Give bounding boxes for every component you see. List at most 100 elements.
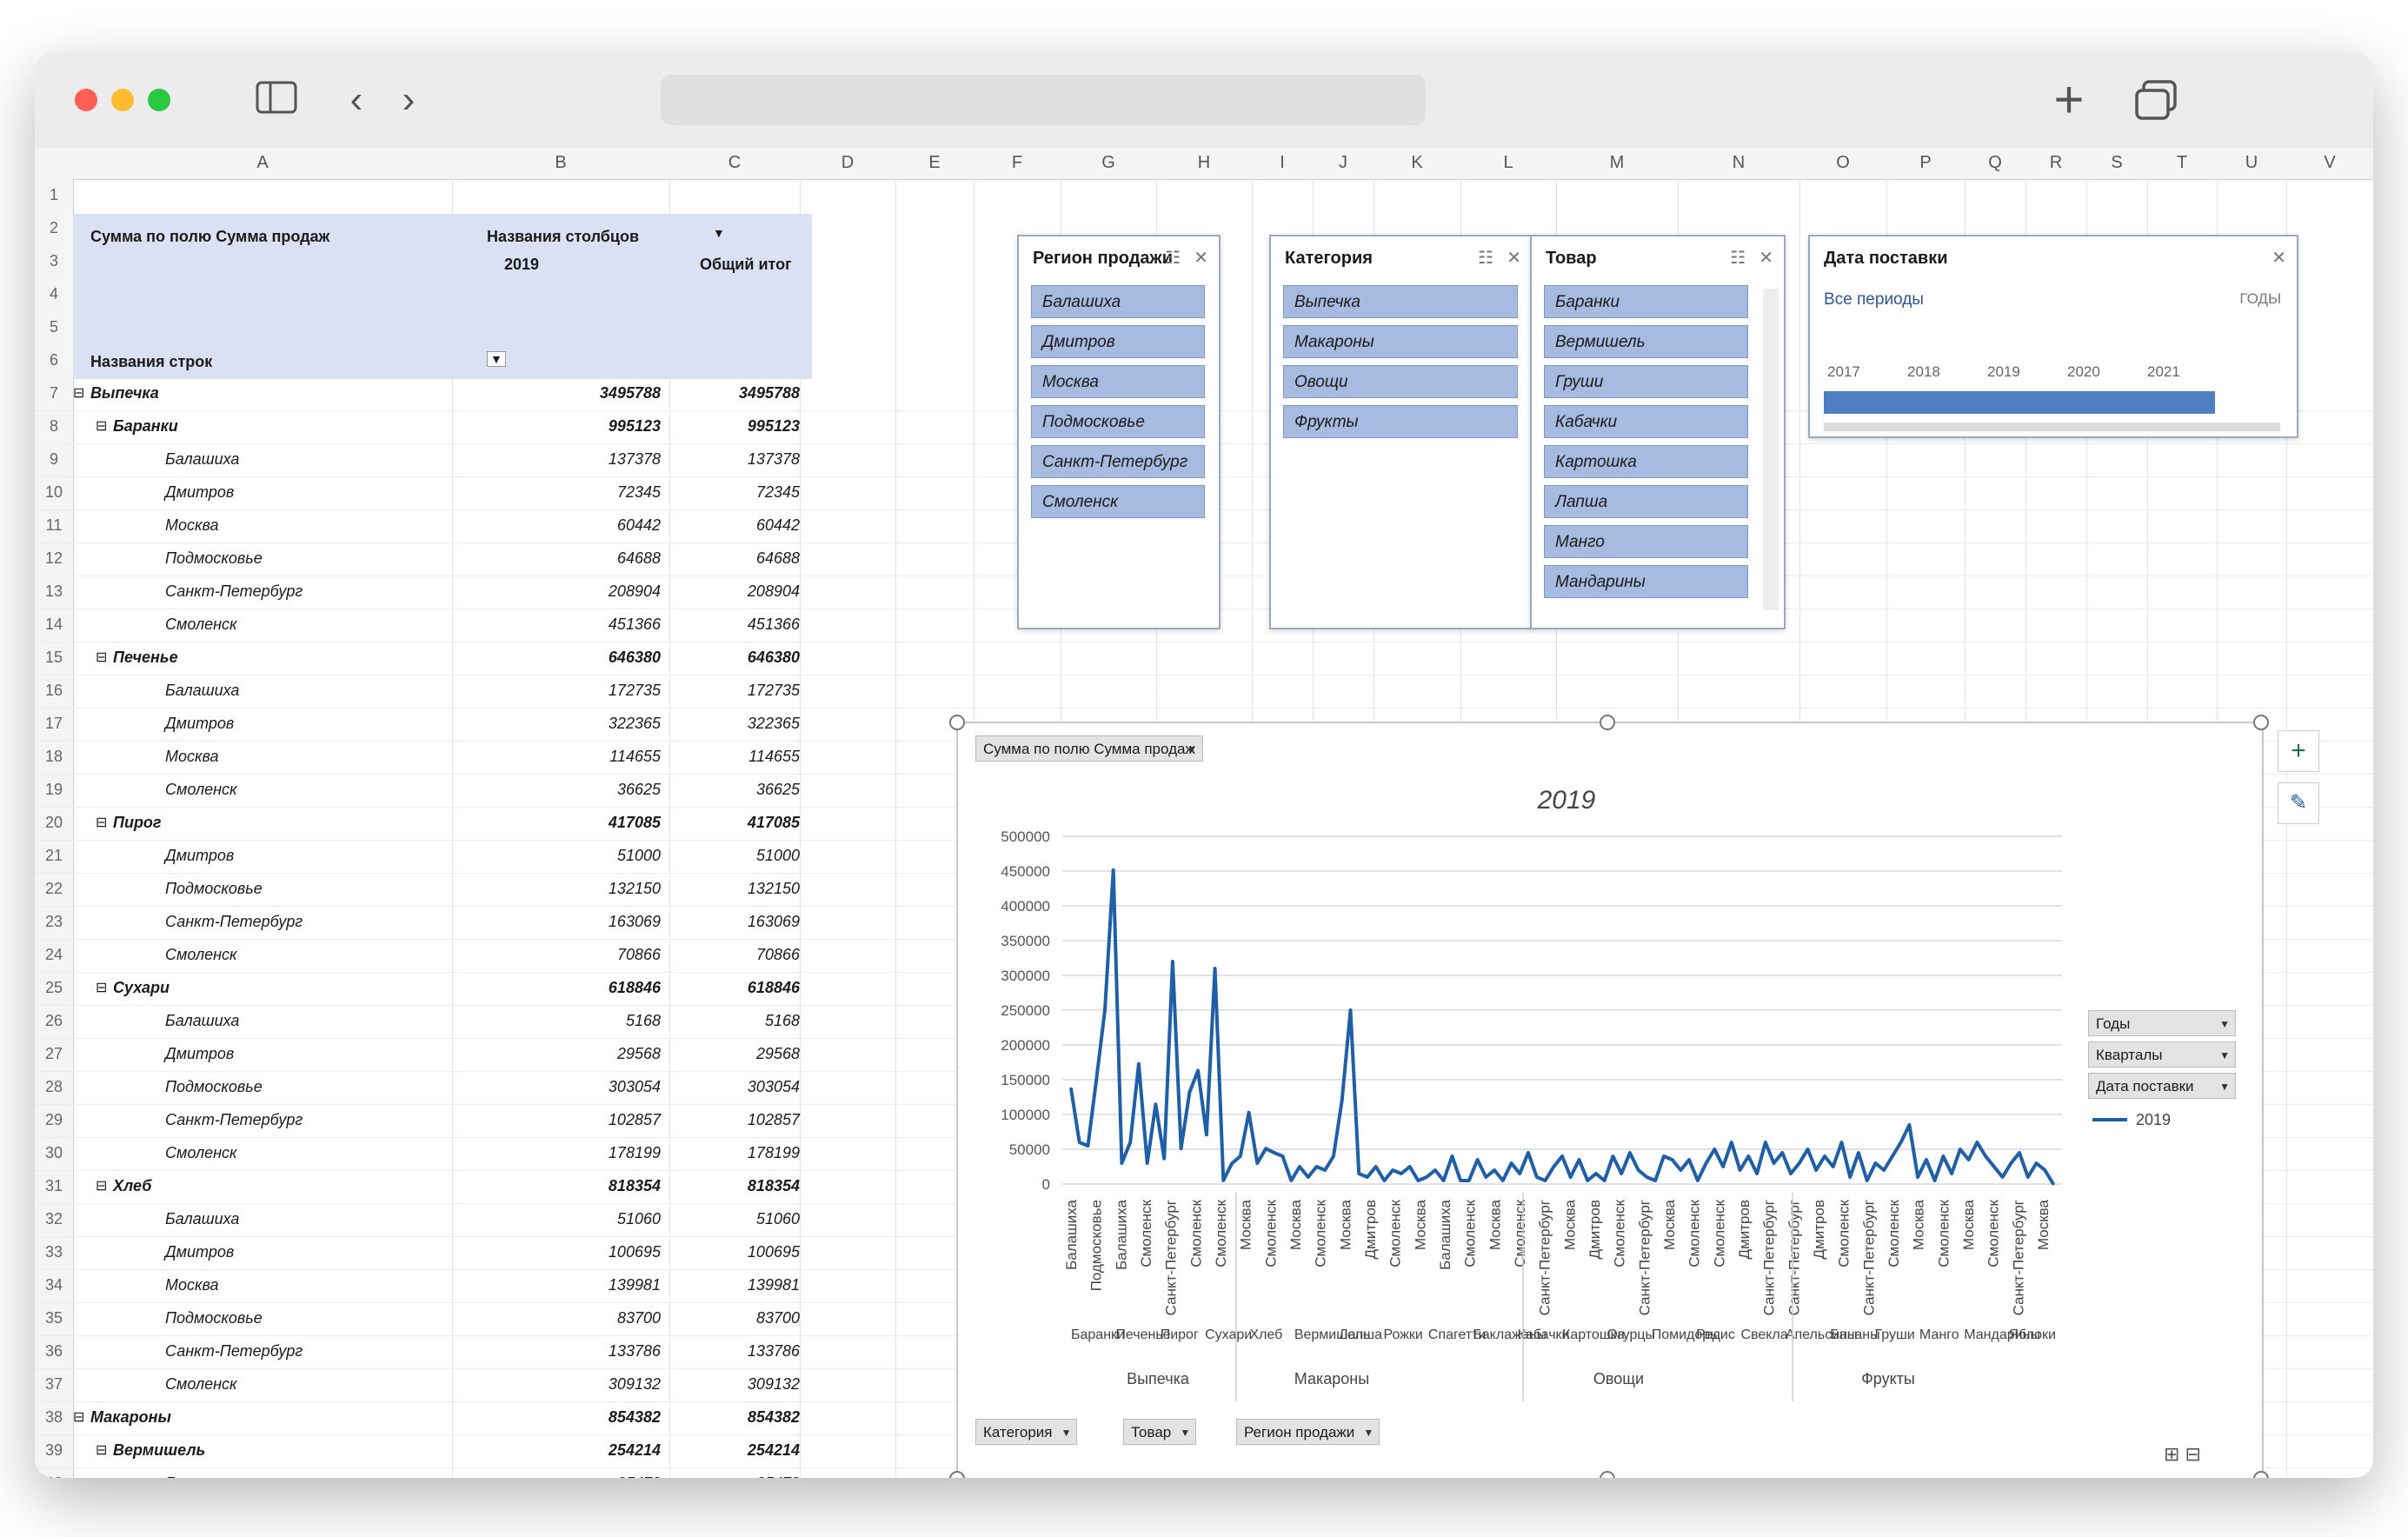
- timeline-level-dropdown[interactable]: ГОДЫ: [2239, 290, 2281, 308]
- slicer-item[interactable]: Санкт-Петербург: [1031, 445, 1205, 478]
- resize-handle[interactable]: [2253, 1471, 2269, 1478]
- slicer-item[interactable]: Лапша: [1544, 485, 1748, 518]
- filter-icon[interactable]: ▼: [713, 226, 725, 240]
- column-header[interactable]: N: [1721, 153, 1756, 173]
- collapse-toggle-icon[interactable]: ⊟: [96, 1441, 107, 1459]
- column-header[interactable]: B: [543, 153, 578, 173]
- slicer-item[interactable]: Дмитров: [1031, 325, 1205, 358]
- row-number[interactable]: 40: [35, 1474, 73, 1478]
- resize-handle[interactable]: [2253, 715, 2269, 730]
- column-header[interactable]: E: [917, 153, 952, 173]
- clear-filter-icon[interactable]: ✕: [1507, 247, 1521, 269]
- collapse-toggle-icon[interactable]: ⊟: [96, 417, 107, 435]
- column-header[interactable]: A: [245, 153, 280, 173]
- column-header[interactable]: R: [2039, 153, 2073, 173]
- multi-select-icon[interactable]: ☷: [1478, 247, 1493, 269]
- row-number[interactable]: 29: [35, 1111, 73, 1129]
- collapse-toggle-icon[interactable]: ⊟: [73, 384, 84, 402]
- slicer-item[interactable]: Картошка: [1544, 445, 1748, 478]
- slicer-scrollbar[interactable]: [1763, 289, 1779, 610]
- row-number[interactable]: 1: [35, 186, 73, 204]
- resize-handle[interactable]: [1600, 715, 1615, 730]
- clear-filter-icon[interactable]: ✕: [1759, 247, 1773, 269]
- slicer-item[interactable]: Овощи: [1283, 365, 1518, 398]
- chart-axis-product[interactable]: Товар: [1123, 1419, 1197, 1446]
- column-header[interactable]: V: [2312, 153, 2347, 173]
- collapse-toggle-icon[interactable]: ⊟: [96, 649, 107, 666]
- row-number[interactable]: 38: [35, 1408, 73, 1427]
- row-number[interactable]: 5: [35, 318, 73, 336]
- chart-axis-region[interactable]: Регион продажи: [1236, 1419, 1380, 1446]
- row-number[interactable]: 33: [35, 1243, 73, 1261]
- forward-button[interactable]: ›: [391, 78, 426, 122]
- column-header[interactable]: O: [1826, 153, 1860, 173]
- timeline-year[interactable]: 2021: [2147, 363, 2180, 381]
- column-header[interactable]: F: [1000, 153, 1034, 173]
- row-number[interactable]: 26: [35, 1012, 73, 1030]
- add-chart-element-icon[interactable]: +: [2278, 730, 2319, 772]
- timeline-range-bar[interactable]: [1824, 391, 2215, 414]
- row-number[interactable]: 23: [35, 913, 73, 931]
- row-number[interactable]: 25: [35, 979, 73, 997]
- timeline-year[interactable]: 2018: [1907, 363, 1940, 381]
- row-number[interactable]: 11: [35, 516, 73, 535]
- row-number[interactable]: 17: [35, 715, 73, 733]
- chart-style-brush-icon[interactable]: ✎: [2278, 782, 2319, 824]
- row-number[interactable]: 4: [35, 285, 73, 303]
- timeline-year[interactable]: 2020: [2067, 363, 2100, 381]
- slicer-item[interactable]: Смоленск: [1031, 485, 1205, 518]
- slicer-item[interactable]: Груши: [1544, 365, 1748, 398]
- slicer-item[interactable]: Баранки: [1544, 285, 1748, 318]
- chart-filter-years[interactable]: Годы: [2088, 1010, 2236, 1037]
- row-number[interactable]: 19: [35, 781, 73, 799]
- row-number[interactable]: 21: [35, 847, 73, 865]
- slicer-item[interactable]: Балашиха: [1031, 285, 1205, 318]
- timeline-year[interactable]: 2017: [1827, 363, 1860, 381]
- address-bar[interactable]: [661, 75, 1426, 125]
- row-number[interactable]: 13: [35, 582, 73, 601]
- slicer-item[interactable]: Подмосковье: [1031, 405, 1205, 438]
- row-number[interactable]: 3: [35, 252, 73, 270]
- column-header[interactable]: C: [717, 153, 752, 173]
- new-tab-button[interactable]: +: [2043, 74, 2095, 126]
- close-button[interactable]: [75, 89, 97, 111]
- column-header[interactable]: T: [2165, 153, 2199, 173]
- row-number[interactable]: 32: [35, 1210, 73, 1228]
- row-number[interactable]: 22: [35, 880, 73, 898]
- column-header[interactable]: Q: [1978, 153, 2012, 173]
- slicer-item[interactable]: Выпечка: [1283, 285, 1518, 318]
- column-header[interactable]: S: [2099, 153, 2134, 173]
- timeline-scrollbar[interactable]: [1824, 423, 2280, 431]
- collapse-toggle-icon[interactable]: ⊟: [96, 1177, 107, 1194]
- column-header[interactable]: I: [1265, 153, 1300, 173]
- row-number[interactable]: 30: [35, 1144, 73, 1162]
- expand-collapse-buttons[interactable]: ⊞ ⊟: [2164, 1443, 2201, 1466]
- row-number[interactable]: 27: [35, 1045, 73, 1063]
- slicer-item[interactable]: Фрукты: [1283, 405, 1518, 438]
- row-number[interactable]: 39: [35, 1441, 73, 1460]
- resize-handle[interactable]: [949, 715, 965, 730]
- multi-select-icon[interactable]: ☷: [1165, 247, 1181, 269]
- minimize-button[interactable]: [111, 89, 134, 111]
- row-number[interactable]: 18: [35, 748, 73, 766]
- row-number[interactable]: 28: [35, 1078, 73, 1096]
- column-header[interactable]: J: [1326, 153, 1360, 173]
- column-header[interactable]: K: [1400, 153, 1434, 173]
- slicer-item[interactable]: Вермишель: [1544, 325, 1748, 358]
- row-number[interactable]: 2: [35, 219, 73, 237]
- slicer-item[interactable]: Макароны: [1283, 325, 1518, 358]
- column-header[interactable]: U: [2234, 153, 2269, 173]
- back-button[interactable]: ‹: [339, 78, 374, 122]
- row-number[interactable]: 37: [35, 1375, 73, 1394]
- row-number[interactable]: 10: [35, 483, 73, 502]
- row-filter-dropdown[interactable]: ▼: [487, 351, 506, 367]
- row-number[interactable]: 6: [35, 351, 73, 369]
- sidebar-icon[interactable]: [252, 78, 301, 122]
- row-number[interactable]: 15: [35, 649, 73, 667]
- slicer-item[interactable]: Кабачки: [1544, 405, 1748, 438]
- row-number[interactable]: 31: [35, 1177, 73, 1195]
- row-number[interactable]: 9: [35, 450, 73, 469]
- row-number[interactable]: 35: [35, 1309, 73, 1327]
- column-header[interactable]: P: [1908, 153, 1943, 173]
- pivot-chart[interactable]: Сумма по полю Сумма продаж 2019500000450…: [956, 722, 2264, 1478]
